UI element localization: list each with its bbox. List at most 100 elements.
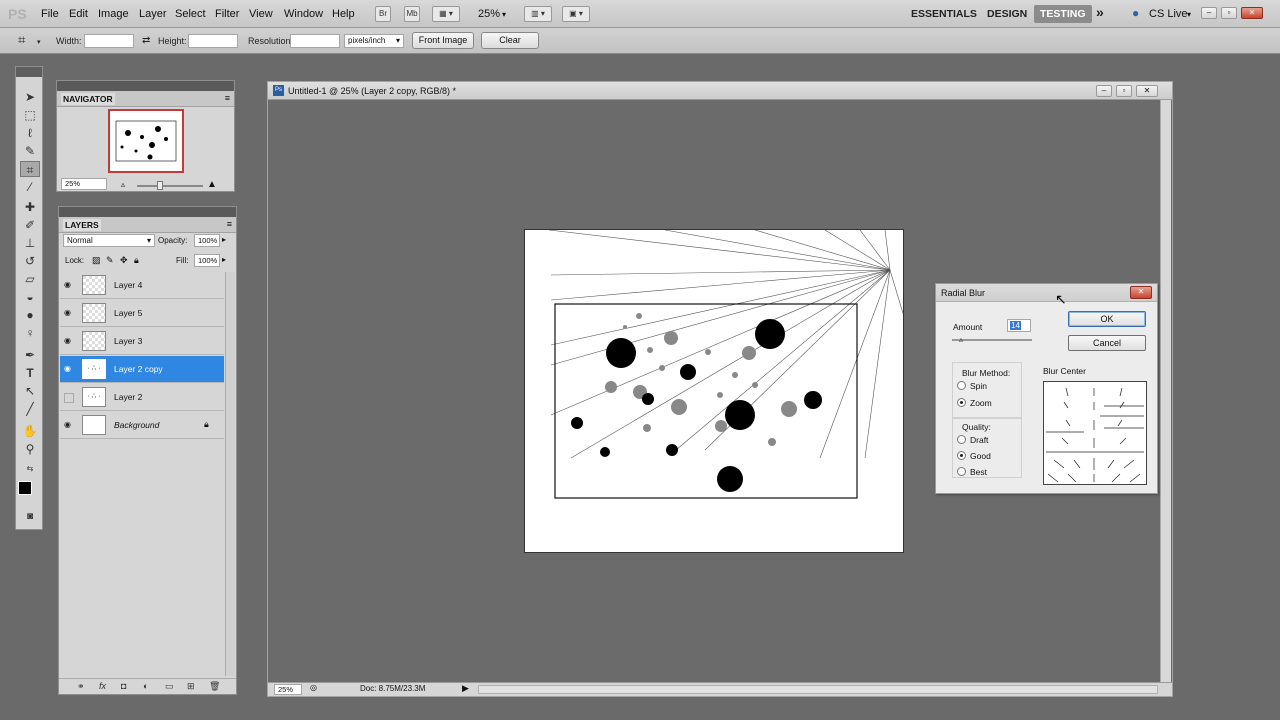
foreground-color-swatch[interactable]	[18, 481, 32, 495]
quick-select-tool-icon[interactable]: ✎	[20, 143, 40, 159]
type-tool-icon[interactable]: T	[20, 365, 40, 381]
opacity-input[interactable]: 100%	[194, 234, 220, 247]
layer-row-background[interactable]: ◉ Background 🔒︎	[60, 412, 224, 439]
lock-pixels-icon[interactable]: ✎	[106, 255, 114, 266]
clear-button[interactable]: Clear	[481, 32, 539, 49]
best-radio[interactable]	[957, 467, 966, 476]
quick-mask-icon[interactable]: ◙	[20, 509, 40, 525]
extras-button[interactable]: ▦ ▾	[432, 6, 460, 22]
swap-colors-icon[interactable]: ⇆	[20, 461, 40, 477]
new-group-icon[interactable]: ▭	[165, 681, 174, 692]
navigator-zoom-input[interactable]: 25%	[61, 178, 107, 190]
blur-tool-icon[interactable]: ●	[20, 307, 40, 323]
panel-menu-icon[interactable]: ≡	[227, 219, 232, 229]
resolution-input[interactable]	[290, 34, 340, 48]
crop-tool-icon[interactable]: ⌗	[18, 32, 25, 48]
good-radio[interactable]	[957, 451, 966, 460]
adjustment-layer-icon[interactable]: ◐	[143, 681, 148, 691]
dodge-tool-icon[interactable]: ♀	[20, 325, 40, 341]
tools-panel-header[interactable]	[16, 67, 42, 77]
height-input[interactable]	[188, 34, 238, 48]
visibility-eye-icon[interactable]: ◉	[64, 309, 74, 317]
draft-radio[interactable]	[957, 435, 966, 444]
path-select-tool-icon[interactable]: ↖	[20, 383, 40, 399]
lock-transparency-icon[interactable]: ▨	[92, 255, 101, 266]
layer-row-layer-2[interactable]: · ∴ · Layer 2	[60, 384, 224, 411]
width-input[interactable]	[84, 34, 134, 48]
zoom-in-icon[interactable]: ▲	[207, 179, 217, 190]
minibridge-button[interactable]: Mb	[404, 6, 420, 22]
healing-brush-tool-icon[interactable]: ✚	[20, 199, 40, 215]
menu-select[interactable]: Select	[175, 8, 206, 20]
menu-layer[interactable]: Layer	[139, 8, 167, 20]
ok-button[interactable]: OK	[1068, 311, 1146, 327]
tool-preset-chevron-icon[interactable]: ▾	[37, 38, 41, 46]
visibility-toggle-empty[interactable]	[64, 393, 74, 403]
visibility-eye-icon[interactable]: ◉	[64, 365, 74, 373]
dialog-close-button[interactable]: ✕	[1130, 286, 1152, 299]
layers-tab[interactable]: LAYERS	[63, 219, 101, 231]
move-tool-icon[interactable]: ➤	[20, 89, 40, 105]
app-close-button[interactable]: ✕	[1241, 7, 1263, 19]
spin-radio[interactable]	[957, 381, 966, 390]
crop-tool-icon[interactable]: ⌗	[20, 161, 40, 177]
layer-style-icon[interactable]: fx	[99, 681, 106, 691]
front-image-button[interactable]: Front Image	[412, 32, 474, 49]
menu-window[interactable]: Window	[284, 8, 323, 20]
doc-minimize-button[interactable]: –	[1096, 85, 1112, 97]
navigator-zoom-slider[interactable]	[137, 185, 203, 187]
document-horizontal-scrollbar[interactable]	[478, 685, 1158, 694]
new-layer-icon[interactable]: ⊞	[187, 681, 195, 692]
clone-stamp-tool-icon[interactable]: ⊥	[20, 235, 40, 251]
swap-icon[interactable]: ⇄	[142, 35, 150, 46]
zoom-level-select[interactable]: 25%	[478, 8, 500, 20]
trash-icon[interactable]: 🗑︎	[209, 681, 220, 692]
image-canvas[interactable]	[524, 229, 904, 553]
menu-filter[interactable]: Filter	[215, 8, 239, 20]
doc-maximize-button[interactable]: ▫	[1116, 85, 1132, 97]
cancel-button[interactable]: Cancel	[1068, 335, 1146, 351]
doc-info[interactable]: Doc: 8.75M/23.3M	[360, 684, 425, 693]
dialog-title-bar[interactable]: Radial Blur ✕	[936, 284, 1157, 302]
menu-image[interactable]: Image	[98, 8, 129, 20]
lock-position-icon[interactable]: ✥	[120, 255, 128, 266]
zoom-out-icon[interactable]: ▵	[121, 180, 125, 189]
document-vertical-scrollbar[interactable]	[1160, 100, 1171, 682]
blur-center-preview[interactable]	[1043, 381, 1147, 485]
menu-file[interactable]: File	[41, 8, 59, 20]
navigator-zoom-handle[interactable]	[157, 181, 163, 190]
eyedropper-tool-icon[interactable]: ⁄	[20, 179, 40, 195]
resolution-unit-select[interactable]: pixels/inch ▾	[344, 34, 404, 48]
zoom-radio[interactable]	[957, 398, 966, 407]
visibility-eye-icon[interactable]: ◉	[64, 281, 74, 289]
workspace-testing[interactable]: TESTING	[1034, 5, 1092, 23]
amount-input[interactable]: 14	[1007, 319, 1031, 332]
workspace-essentials[interactable]: ESSENTIALS	[911, 8, 977, 20]
amount-slider[interactable]	[952, 339, 1032, 341]
lock-all-icon[interactable]: 🔒︎	[134, 255, 139, 266]
arrange-documents-button[interactable]: ▥ ▾	[524, 6, 552, 22]
more-workspaces-icon[interactable]: »	[1096, 4, 1104, 20]
screen-mode-button[interactable]: ▣ ▾	[562, 6, 590, 22]
status-zoom-input[interactable]: 25%	[274, 684, 302, 695]
amount-slider-handle-icon[interactable]: ▵	[959, 335, 963, 344]
layer-row-layer-2-copy[interactable]: ◉ · ∴ · Layer 2 copy	[60, 356, 224, 383]
panel-menu-icon[interactable]: ≡	[225, 93, 230, 103]
opacity-arrow-icon[interactable]: ▸	[222, 235, 226, 244]
blend-mode-select[interactable]: Normal ▾	[63, 234, 155, 247]
navigator-preview[interactable]	[108, 109, 184, 173]
layer-row-layer-5[interactable]: ◉ Layer 5	[60, 300, 224, 327]
navigator-tab[interactable]: NAVIGATOR	[61, 93, 115, 105]
doc-close-button[interactable]: ✕	[1136, 85, 1158, 97]
workspace-design[interactable]: DESIGN	[987, 8, 1027, 20]
pen-tool-icon[interactable]: ✒	[20, 347, 40, 363]
menu-help[interactable]: Help	[332, 8, 355, 20]
document-title-bar[interactable]: Ps Untitled-1 @ 25% (Layer 2 copy, RGB/8…	[268, 82, 1172, 100]
lasso-tool-icon[interactable]: ℓ	[20, 125, 40, 141]
fill-arrow-icon[interactable]: ▸	[222, 255, 226, 264]
line-tool-icon[interactable]: ╱	[20, 401, 40, 417]
layer-row-layer-4[interactable]: ◉ Layer 4	[60, 272, 224, 299]
navigator-header[interactable]	[57, 81, 234, 91]
app-minimize-button[interactable]: –	[1201, 7, 1217, 19]
hand-tool-icon[interactable]: ✋	[20, 423, 40, 439]
